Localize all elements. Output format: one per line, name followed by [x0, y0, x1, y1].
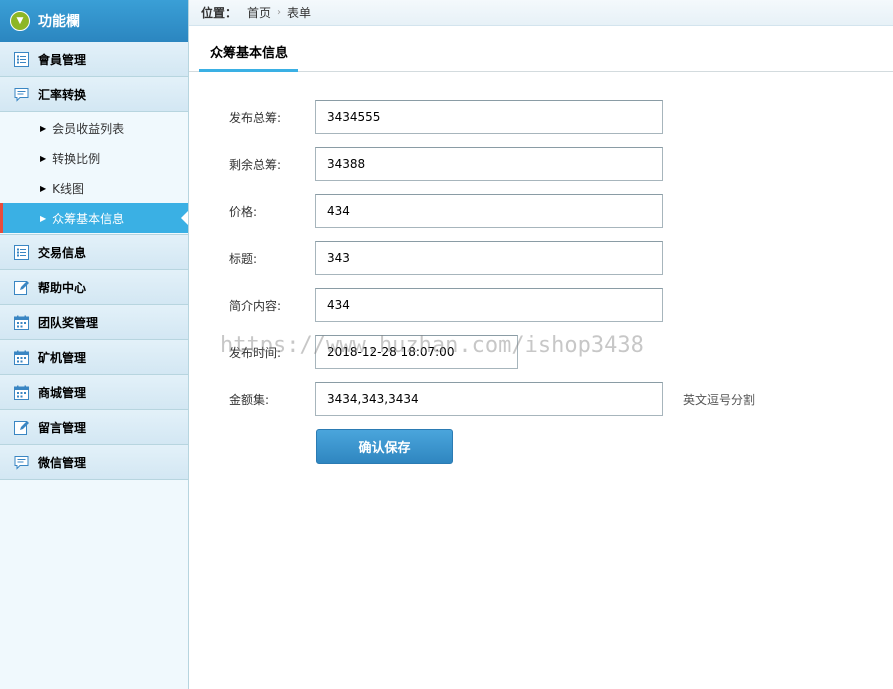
remaining-raise-input[interactable] — [315, 147, 663, 181]
collapse-toggle-icon[interactable]: ▼ — [10, 11, 30, 31]
sidebar-group-exchange[interactable]: 汇率转换 — [0, 77, 188, 112]
tab-bar: 众筹基本信息 — [189, 38, 893, 72]
edit-icon — [14, 420, 29, 435]
sidebar-group-label: 微信管理 — [38, 455, 87, 470]
field-label: 标题: — [229, 252, 258, 266]
form-row-remaining-raise: 剩余总筹: — [189, 147, 893, 181]
sidebar-group-label: 會員管理 — [38, 52, 87, 67]
sidebar-group-mall[interactable]: 商城管理 — [0, 375, 188, 410]
sidebar-group-team-bonus[interactable]: 团队奖管理 — [0, 305, 188, 340]
caret-right-icon: ▶ — [40, 153, 47, 163]
sidebar-group-label: 矿机管理 — [38, 350, 87, 365]
title-input[interactable] — [315, 241, 663, 275]
sidebar-group-trade[interactable]: 交易信息 — [0, 235, 188, 270]
tab-crowdfunding-info[interactable]: 众筹基本信息 — [199, 38, 299, 72]
calendar-icon — [14, 385, 29, 400]
total-raise-input[interactable] — [315, 100, 663, 134]
sidebar-group-label: 留言管理 — [38, 420, 87, 435]
save-button[interactable]: 确认保存 — [316, 429, 453, 464]
sidebar-item-label: 会员收益列表 — [52, 121, 125, 136]
form-row-title: 标题: — [189, 241, 893, 275]
form-row-publish-time: 发布时间: — [189, 335, 893, 369]
chevron-right-icon: › — [277, 7, 282, 18]
sidebar-group-label: 交易信息 — [38, 245, 87, 260]
caret-right-icon: ▶ — [40, 183, 47, 193]
amount-set-hint: 英文逗号分割 — [683, 393, 756, 407]
field-label: 价格: — [229, 205, 258, 219]
edit-icon — [14, 280, 29, 295]
sidebar-item-kline-chart[interactable]: ▶ K线图 — [0, 173, 188, 203]
breadcrumb: 位置： 首页 › 表单 — [189, 0, 893, 26]
sidebar-group-label: 商城管理 — [38, 385, 87, 400]
main-content: 位置： 首页 › 表单 众筹基本信息 发布总筹: 剩余总筹: 价格: 标题: 简… — [189, 0, 893, 689]
sidebar: ▼ 功能欄 會員管理 汇率转换 ▶ 会员收益列表 ▶ 转换比例 ▶ K线图 ▶ … — [0, 0, 189, 689]
breadcrumb-current: 表单 — [287, 6, 312, 20]
sidebar-item-label: 众筹基本信息 — [52, 211, 125, 226]
breadcrumb-prefix: 位置： — [201, 6, 238, 20]
sidebar-group-wechat[interactable]: 微信管理 — [0, 445, 188, 480]
list-icon — [14, 51, 29, 67]
price-input[interactable] — [315, 194, 663, 228]
sidebar-title: 功能欄 — [38, 14, 80, 30]
caret-right-icon: ▶ — [40, 213, 47, 223]
chat-icon — [14, 87, 29, 102]
form-row-total-raise: 发布总筹: — [189, 100, 893, 134]
sidebar-group-members[interactable]: 會員管理 — [0, 42, 188, 77]
field-label: 发布时间: — [229, 346, 282, 360]
list-icon — [14, 244, 29, 260]
sidebar-item-crowdfunding-info[interactable]: ▶ 众筹基本信息 — [0, 203, 188, 233]
sidebar-header[interactable]: ▼ 功能欄 — [0, 0, 188, 42]
field-label: 简介内容: — [229, 299, 282, 313]
caret-right-icon: ▶ — [40, 123, 47, 133]
sidebar-group-miner[interactable]: 矿机管理 — [0, 340, 188, 375]
sidebar-item-conversion-ratio[interactable]: ▶ 转换比例 — [0, 143, 188, 173]
form-row-amount-set: 金额集: 英文逗号分割 — [189, 382, 893, 416]
sidebar-item-member-earnings[interactable]: ▶ 会员收益列表 — [0, 113, 188, 143]
chat-icon — [14, 455, 29, 470]
sidebar-group-label: 团队奖管理 — [38, 315, 99, 330]
form-row-summary: 简介内容: — [189, 288, 893, 322]
calendar-icon — [14, 350, 29, 365]
summary-input[interactable] — [315, 288, 663, 322]
field-label: 发布总筹: — [229, 111, 282, 125]
sidebar-group-label: 帮助中心 — [38, 280, 87, 295]
amount-set-input[interactable] — [315, 382, 663, 416]
sidebar-group-messages[interactable]: 留言管理 — [0, 410, 188, 445]
calendar-icon — [14, 315, 29, 330]
sidebar-item-label: K线图 — [52, 181, 85, 196]
field-label: 金额集: — [229, 393, 270, 407]
field-label: 剩余总筹: — [229, 158, 282, 172]
breadcrumb-home-link[interactable]: 首页 — [247, 4, 271, 21]
sidebar-group-help[interactable]: 帮助中心 — [0, 270, 188, 305]
sidebar-sublist: ▶ 会员收益列表 ▶ 转换比例 ▶ K线图 ▶ 众筹基本信息 — [0, 112, 188, 235]
publish-time-input[interactable] — [315, 335, 518, 369]
form-row-price: 价格: — [189, 194, 893, 228]
sidebar-item-label: 转换比例 — [52, 151, 101, 166]
sidebar-group-label: 汇率转换 — [38, 87, 87, 102]
